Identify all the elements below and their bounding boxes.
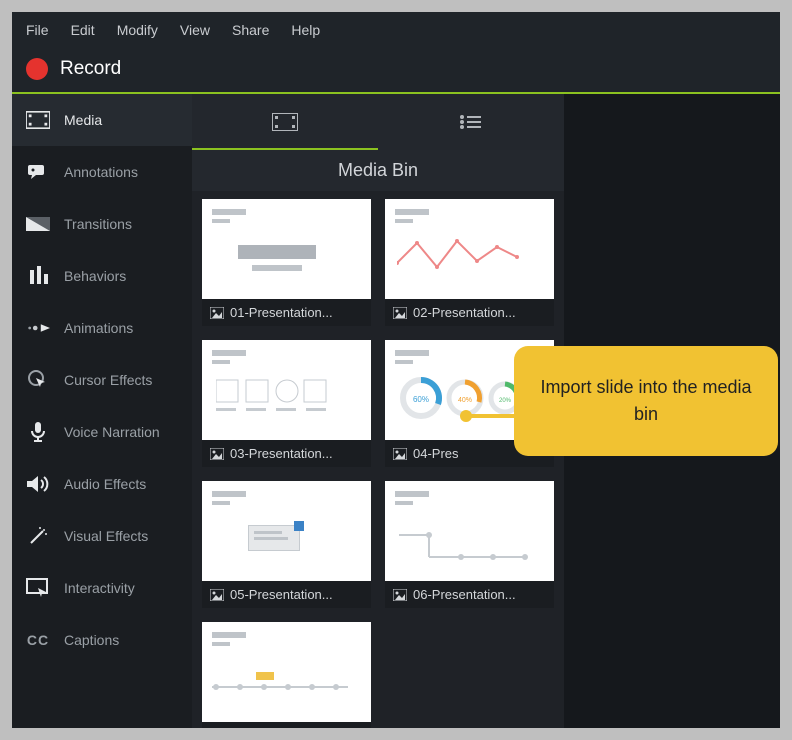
menu-file[interactable]: File <box>26 22 49 38</box>
sidebar-item-annotations[interactable]: Annotations <box>12 146 192 198</box>
svg-text:20%: 20% <box>499 398 512 404</box>
annotation-icon <box>26 160 50 184</box>
filmstrip-icon <box>272 113 298 131</box>
media-caption: 05-Presentation... <box>202 581 371 608</box>
image-icon <box>393 589 407 601</box>
media-thumbnail <box>202 481 371 581</box>
media-thumbnail <box>202 340 371 440</box>
image-icon <box>210 307 224 319</box>
media-caption: 01-Presentation... <box>202 299 371 326</box>
tab-list-view[interactable] <box>378 94 564 150</box>
cursor-icon <box>26 368 50 392</box>
media-thumbnail <box>385 481 554 581</box>
sidebar-item-voice-narration[interactable]: Voice Narration <box>12 406 192 458</box>
media-caption: 02-Presentation... <box>385 299 554 326</box>
sidebar-item-interactivity[interactable]: Interactivity <box>12 562 192 614</box>
sidebar-item-behaviors[interactable]: Behaviors <box>12 250 192 302</box>
mic-icon <box>26 420 50 444</box>
sidebar-item-label: Voice Narration <box>64 424 160 440</box>
record-label: Record <box>60 58 121 80</box>
menubar: File Edit Modify View Share Help <box>12 12 780 48</box>
filmstrip-icon <box>26 108 50 132</box>
list-icon <box>459 114 483 130</box>
menu-help[interactable]: Help <box>291 22 320 38</box>
panel-title: Media Bin <box>192 150 564 191</box>
sidebar-item-label: Animations <box>64 320 133 336</box>
menu-share[interactable]: Share <box>232 22 269 38</box>
media-item[interactable]: 03-Presentation... <box>202 340 371 467</box>
wand-icon <box>26 524 50 548</box>
interactive-icon <box>26 576 50 600</box>
sidebar-item-cursor-effects[interactable]: Cursor Effects <box>12 354 192 406</box>
sidebar-item-label: Media <box>64 112 102 128</box>
content-panel: Media Bin 01-Presentation... <box>192 94 564 728</box>
menu-view[interactable]: View <box>180 22 210 38</box>
sidebar: Media Annotations Transitions Behaviors <box>12 94 192 728</box>
tab-thumbnail-view[interactable] <box>192 94 378 150</box>
cc-icon: CC <box>26 628 50 652</box>
sidebar-item-captions[interactable]: CC Captions <box>12 614 192 666</box>
media-item[interactable]: 07-Presentation... <box>202 622 371 728</box>
media-item[interactable]: 06-Presentation... <box>385 481 554 608</box>
media-thumbnail <box>385 199 554 299</box>
image-icon <box>393 448 407 460</box>
record-button[interactable] <box>26 58 48 80</box>
image-icon <box>210 589 224 601</box>
callout-pointer-dot <box>460 410 472 422</box>
sidebar-item-label: Transitions <box>64 216 132 232</box>
callout-text: Import slide into the media bin <box>540 377 751 424</box>
media-item[interactable]: 02-Presentation... <box>385 199 554 326</box>
behaviors-icon <box>26 264 50 288</box>
media-grid-scroll[interactable]: 01-Presentation... 02-Presentation... <box>192 191 564 728</box>
sidebar-item-label: Visual Effects <box>64 528 148 544</box>
image-icon <box>210 448 224 460</box>
sidebar-item-animations[interactable]: Animations <box>12 302 192 354</box>
record-bar: Record <box>12 48 780 92</box>
media-thumbnail <box>202 199 371 299</box>
media-item[interactable]: 05-Presentation... <box>202 481 371 608</box>
sidebar-item-visual-effects[interactable]: Visual Effects <box>12 510 192 562</box>
sidebar-item-media[interactable]: Media <box>12 94 192 146</box>
image-icon <box>393 307 407 319</box>
animation-icon <box>26 316 50 340</box>
menu-modify[interactable]: Modify <box>117 22 158 38</box>
sidebar-item-audio-effects[interactable]: Audio Effects <box>12 458 192 510</box>
svg-text:60%: 60% <box>413 395 429 404</box>
speaker-icon <box>26 472 50 496</box>
media-thumbnail <box>202 622 371 722</box>
sidebar-item-label: Interactivity <box>64 580 135 596</box>
tutorial-callout: Import slide into the media bin <box>514 346 778 456</box>
sidebar-item-label: Behaviors <box>64 268 126 284</box>
sidebar-item-label: Annotations <box>64 164 138 180</box>
sidebar-item-label: Cursor Effects <box>64 372 152 388</box>
media-caption: 07-Presentation... <box>202 722 371 728</box>
sidebar-item-label: Audio Effects <box>64 476 146 492</box>
media-grid: 01-Presentation... 02-Presentation... <box>202 199 554 728</box>
transition-icon <box>26 212 50 236</box>
menu-edit[interactable]: Edit <box>71 22 95 38</box>
sidebar-item-transitions[interactable]: Transitions <box>12 198 192 250</box>
media-caption: 03-Presentation... <box>202 440 371 467</box>
app-window: File Edit Modify View Share Help Record … <box>12 12 780 728</box>
svg-text:40%: 40% <box>458 397 472 404</box>
media-item[interactable]: 01-Presentation... <box>202 199 371 326</box>
sidebar-item-label: Captions <box>64 632 119 648</box>
media-caption: 06-Presentation... <box>385 581 554 608</box>
view-tabs <box>192 94 564 150</box>
